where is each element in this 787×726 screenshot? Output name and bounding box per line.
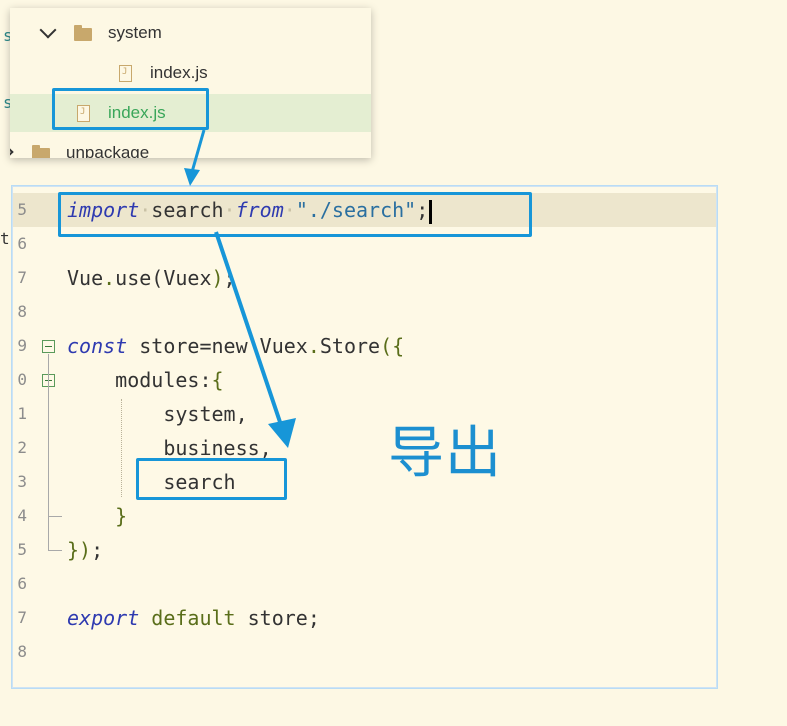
background-code-fragment: t — [0, 229, 10, 248]
code-editor[interactable]: 5 import·search·from·"./search"; 6 7 Vue.use… — [12, 186, 717, 688]
chevron-right-icon[interactable] — [10, 146, 14, 158]
fold-range-line — [48, 388, 49, 516]
line-number: 7 — [17, 268, 27, 287]
line-number: 5 — [17, 540, 27, 559]
code-text: } — [67, 499, 127, 533]
folder-icon — [32, 145, 50, 158]
code-line[interactable]: 7 Vue.use(Vuex); — [13, 261, 716, 295]
code-token: const — [67, 334, 128, 358]
code-line[interactable]: 8 — [13, 295, 716, 329]
code-token: { — [211, 368, 224, 392]
code-token: export — [67, 606, 140, 630]
line-number: 8 — [17, 302, 27, 321]
fold-end-tick — [48, 550, 62, 551]
code-line[interactable]: 3 search — [13, 465, 716, 499]
highlight-box-import-line — [58, 192, 532, 237]
code-token: ; — [91, 538, 104, 562]
line-number: 5 — [17, 200, 27, 219]
code-text: }); — [67, 533, 103, 567]
chevron-down-icon[interactable] — [39, 21, 57, 39]
code-token: modules: — [67, 368, 212, 392]
code-token: system, — [67, 402, 248, 426]
tree-item-system-folder[interactable]: system — [10, 14, 371, 52]
code-token: store; — [235, 606, 320, 630]
line-number: 3 — [17, 472, 27, 491]
code-line[interactable]: 1 system, — [13, 397, 716, 431]
code-line[interactable]: 8 — [13, 635, 716, 669]
code-token: default — [151, 606, 236, 630]
code-line[interactable]: 7 export default store; — [13, 601, 716, 635]
tree-item-label: unpackage — [66, 143, 150, 158]
tree-item-label: system — [108, 23, 162, 42]
code-text: system, — [67, 397, 248, 431]
indent-guide — [121, 399, 122, 497]
callout-text: 导出 — [388, 421, 502, 486]
line-number: 1 — [17, 404, 27, 423]
tree-item-unpackage-folder[interactable]: unpackage — [10, 134, 371, 158]
code-token: . — [307, 334, 320, 358]
line-number: 8 — [17, 642, 27, 661]
line-number: 9 — [17, 336, 27, 355]
line-number: 0 — [17, 370, 27, 389]
code-line[interactable]: 4 } — [13, 499, 716, 533]
code-token: . — [103, 266, 116, 290]
fold-toggle-icon[interactable] — [42, 340, 55, 353]
line-number: 7 — [17, 608, 27, 627]
code-line[interactable]: 0 modules:{ — [13, 363, 716, 397]
file-tree-panel: system index.js index.js unpackage — [10, 8, 371, 158]
js-file-icon — [119, 65, 132, 82]
code-line[interactable]: 5}); — [13, 533, 716, 567]
tree-item-label: index.js — [150, 63, 208, 82]
code-token: } — [67, 504, 128, 528]
tree-item-file[interactable]: index.js — [10, 54, 371, 92]
code-line[interactable]: 9 const store=new Vuex.Store({ — [13, 329, 716, 363]
code-token: ({ — [380, 334, 405, 358]
line-number: 6 — [17, 234, 27, 253]
code-line[interactable]: 6 — [13, 567, 716, 601]
code-token: store=new Vuex — [127, 334, 308, 358]
line-number: 2 — [17, 438, 27, 457]
code-text: modules:{ — [67, 363, 224, 397]
code-text: Vue.use(Vuex); — [67, 261, 236, 295]
code-token: Vue — [67, 266, 104, 290]
line-number: 4 — [17, 506, 27, 525]
highlight-box-search-module — [136, 458, 287, 500]
folder-icon — [74, 25, 92, 41]
code-token: ; — [223, 266, 236, 290]
code-token: Store — [319, 334, 381, 358]
line-number: 6 — [17, 574, 27, 593]
code-text: export default store; — [67, 601, 320, 635]
code-token: use(Vuex — [115, 266, 212, 290]
highlight-box-selected-file — [52, 88, 209, 130]
code-text: const store=new Vuex.Store({ — [67, 329, 404, 363]
code-line[interactable]: 2 business, — [13, 431, 716, 465]
code-token: business, — [67, 436, 272, 460]
fold-end-tick — [48, 516, 62, 517]
code-token: }) — [67, 538, 92, 562]
code-token: ) — [211, 266, 224, 290]
